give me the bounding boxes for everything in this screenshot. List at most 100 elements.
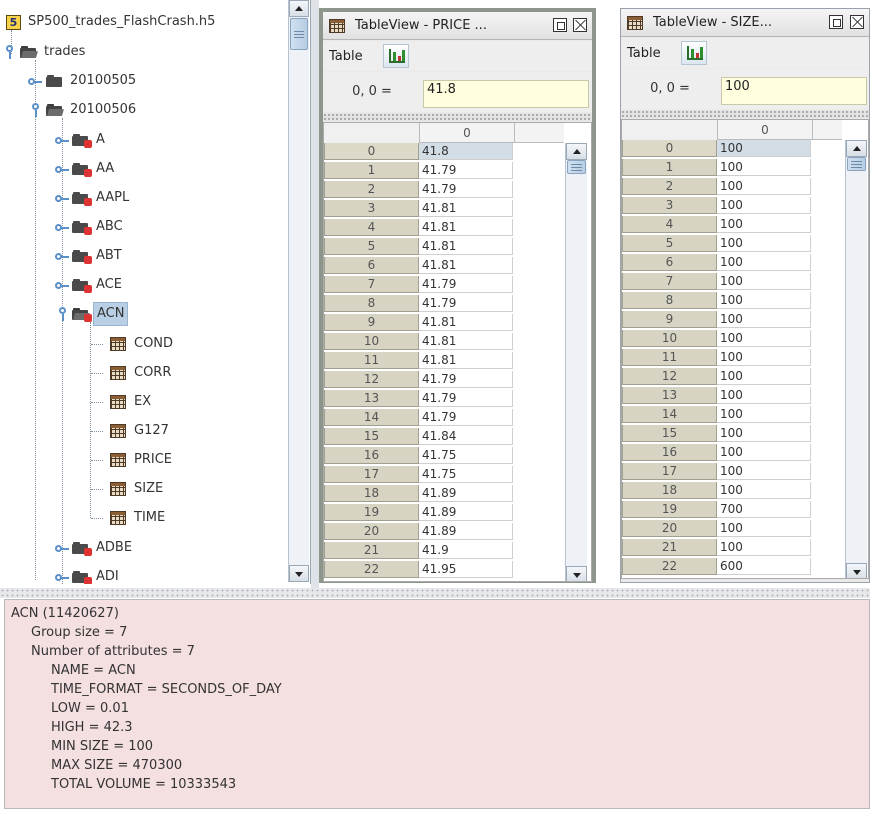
grid-scrollbar[interactable] bbox=[845, 140, 867, 578]
tree-node-symbol-selected[interactable]: ACN bbox=[72, 301, 129, 327]
row-header[interactable]: 10 bbox=[622, 330, 717, 347]
row-header[interactable]: 5 bbox=[622, 235, 717, 252]
tree-node-symbol[interactable]: AA bbox=[72, 156, 117, 182]
tree-node-dataset[interactable]: SIZE bbox=[110, 476, 166, 502]
table-cell[interactable]: 41.79 bbox=[419, 276, 513, 293]
table-row[interactable]: 17 41.75 bbox=[324, 466, 513, 483]
table-cell[interactable]: 600 bbox=[717, 558, 811, 575]
table-row[interactable]: 2 100 bbox=[622, 178, 811, 195]
row-header[interactable]: 4 bbox=[622, 216, 717, 233]
expand-toggle-icon[interactable] bbox=[28, 77, 42, 87]
table-cell[interactable]: 100 bbox=[717, 292, 811, 309]
line-plot-button[interactable] bbox=[680, 41, 707, 65]
table-cell[interactable]: 41.79 bbox=[419, 295, 513, 312]
row-header[interactable]: 21 bbox=[324, 542, 419, 559]
menu-table[interactable]: Table bbox=[329, 49, 363, 64]
table-cell[interactable]: 100 bbox=[717, 539, 811, 556]
table-cell[interactable]: 100 bbox=[717, 444, 811, 461]
row-header[interactable]: 7 bbox=[622, 273, 717, 290]
pane-divider[interactable] bbox=[323, 113, 592, 121]
table-row[interactable]: 19 700 bbox=[622, 501, 811, 518]
row-header[interactable]: 12 bbox=[622, 368, 717, 385]
table-cell[interactable]: 100 bbox=[717, 273, 811, 290]
cell-value-field[interactable]: 41.8 bbox=[423, 80, 589, 108]
table-row[interactable]: 22 41.95 bbox=[324, 561, 513, 578]
row-header[interactable]: 3 bbox=[622, 197, 717, 214]
line-plot-button[interactable] bbox=[382, 44, 409, 68]
window-titlebar[interactable]: TableView - PRICE ... bbox=[323, 12, 592, 40]
table-row[interactable]: 11 100 bbox=[622, 349, 811, 366]
collapse-toggle-icon[interactable] bbox=[30, 103, 44, 117]
row-header[interactable]: 18 bbox=[324, 485, 419, 502]
collapse-toggle-icon[interactable] bbox=[4, 45, 18, 59]
table-row[interactable]: 1 100 bbox=[622, 159, 811, 176]
tree-node-symbol[interactable]: AAPL bbox=[72, 185, 132, 211]
table-row[interactable]: 3 41.81 bbox=[324, 200, 513, 217]
table-cell[interactable]: 41.9 bbox=[419, 542, 513, 559]
row-header[interactable]: 8 bbox=[622, 292, 717, 309]
row-header[interactable]: 19 bbox=[324, 504, 419, 521]
tree-node-dataset[interactable]: PRICE bbox=[110, 447, 175, 473]
table-cell[interactable]: 41.81 bbox=[419, 219, 513, 236]
table-cell[interactable]: 41.79 bbox=[419, 371, 513, 388]
maximize-icon[interactable] bbox=[829, 15, 843, 29]
menu-table[interactable]: Table bbox=[627, 46, 661, 61]
tree-node-symbol[interactable]: ABT bbox=[72, 243, 125, 269]
cell-value-field[interactable]: 100 bbox=[721, 77, 867, 105]
table-row[interactable]: 20 41.89 bbox=[324, 523, 513, 540]
table-row[interactable]: 8 100 bbox=[622, 292, 811, 309]
row-header[interactable]: 14 bbox=[622, 406, 717, 423]
table-cell[interactable]: 100 bbox=[717, 520, 811, 537]
table-row[interactable]: 19 41.89 bbox=[324, 504, 513, 521]
table-row[interactable]: 5 100 bbox=[622, 235, 811, 252]
expand-toggle-icon[interactable] bbox=[55, 544, 69, 554]
vertical-splitter[interactable] bbox=[311, 0, 319, 590]
pane-divider[interactable] bbox=[621, 110, 869, 118]
column-header[interactable]: 0 bbox=[717, 120, 812, 140]
table-row[interactable]: 10 100 bbox=[622, 330, 811, 347]
scroll-down-button[interactable] bbox=[289, 565, 309, 582]
tree-node-file[interactable]: 5 SP500_trades_FlashCrash.h5 bbox=[6, 9, 218, 35]
table-cell[interactable]: 41.8 bbox=[419, 143, 513, 160]
table-cell[interactable]: 41.95 bbox=[419, 561, 513, 578]
row-header[interactable]: 20 bbox=[324, 523, 419, 540]
table-cell[interactable]: 100 bbox=[717, 311, 811, 328]
table-cell[interactable]: 41.81 bbox=[419, 200, 513, 217]
table-row[interactable]: 9 41.81 bbox=[324, 314, 513, 331]
scroll-up-button[interactable] bbox=[846, 140, 867, 157]
expand-toggle-icon[interactable] bbox=[55, 136, 69, 146]
row-header[interactable]: 2 bbox=[622, 178, 717, 195]
scroll-thumb[interactable] bbox=[847, 157, 866, 171]
table-cell[interactable]: 100 bbox=[717, 254, 811, 271]
scroll-up-button[interactable] bbox=[289, 0, 309, 17]
tree-node-date[interactable]: 20100506 bbox=[46, 97, 139, 123]
horizontal-splitter[interactable] bbox=[0, 588, 870, 598]
row-header[interactable]: 16 bbox=[622, 444, 717, 461]
scroll-down-button[interactable] bbox=[846, 563, 867, 578]
table-cell[interactable]: 100 bbox=[717, 178, 811, 195]
table-row[interactable]: 15 100 bbox=[622, 425, 811, 442]
tree-node-symbol[interactable]: ABC bbox=[72, 214, 126, 240]
scroll-thumb[interactable] bbox=[567, 160, 586, 174]
close-icon[interactable] bbox=[850, 15, 864, 29]
row-header[interactable]: 15 bbox=[622, 425, 717, 442]
row-header[interactable]: 6 bbox=[622, 254, 717, 271]
table-cell[interactable]: 41.79 bbox=[419, 162, 513, 179]
tree-node-dataset[interactable]: TIME bbox=[110, 505, 168, 531]
table-cell[interactable]: 100 bbox=[717, 159, 811, 176]
tree-node-dataset[interactable]: EX bbox=[110, 389, 154, 415]
table-row[interactable]: 7 41.79 bbox=[324, 276, 513, 293]
table-cell[interactable]: 41.89 bbox=[419, 504, 513, 521]
row-header[interactable]: 20 bbox=[622, 520, 717, 537]
collapse-toggle-icon[interactable] bbox=[57, 307, 71, 321]
table-cell[interactable]: 41.79 bbox=[419, 390, 513, 407]
table-row[interactable]: 8 41.79 bbox=[324, 295, 513, 312]
table-row[interactable]: 18 41.89 bbox=[324, 485, 513, 502]
table-cell[interactable]: 700 bbox=[717, 501, 811, 518]
row-header[interactable]: 1 bbox=[324, 162, 419, 179]
table-row[interactable]: 20 100 bbox=[622, 520, 811, 537]
tree-node-dataset[interactable]: COND bbox=[110, 331, 176, 357]
table-cell[interactable]: 41.75 bbox=[419, 447, 513, 464]
table-cell[interactable]: 100 bbox=[717, 387, 811, 404]
row-header[interactable]: 22 bbox=[324, 561, 419, 578]
